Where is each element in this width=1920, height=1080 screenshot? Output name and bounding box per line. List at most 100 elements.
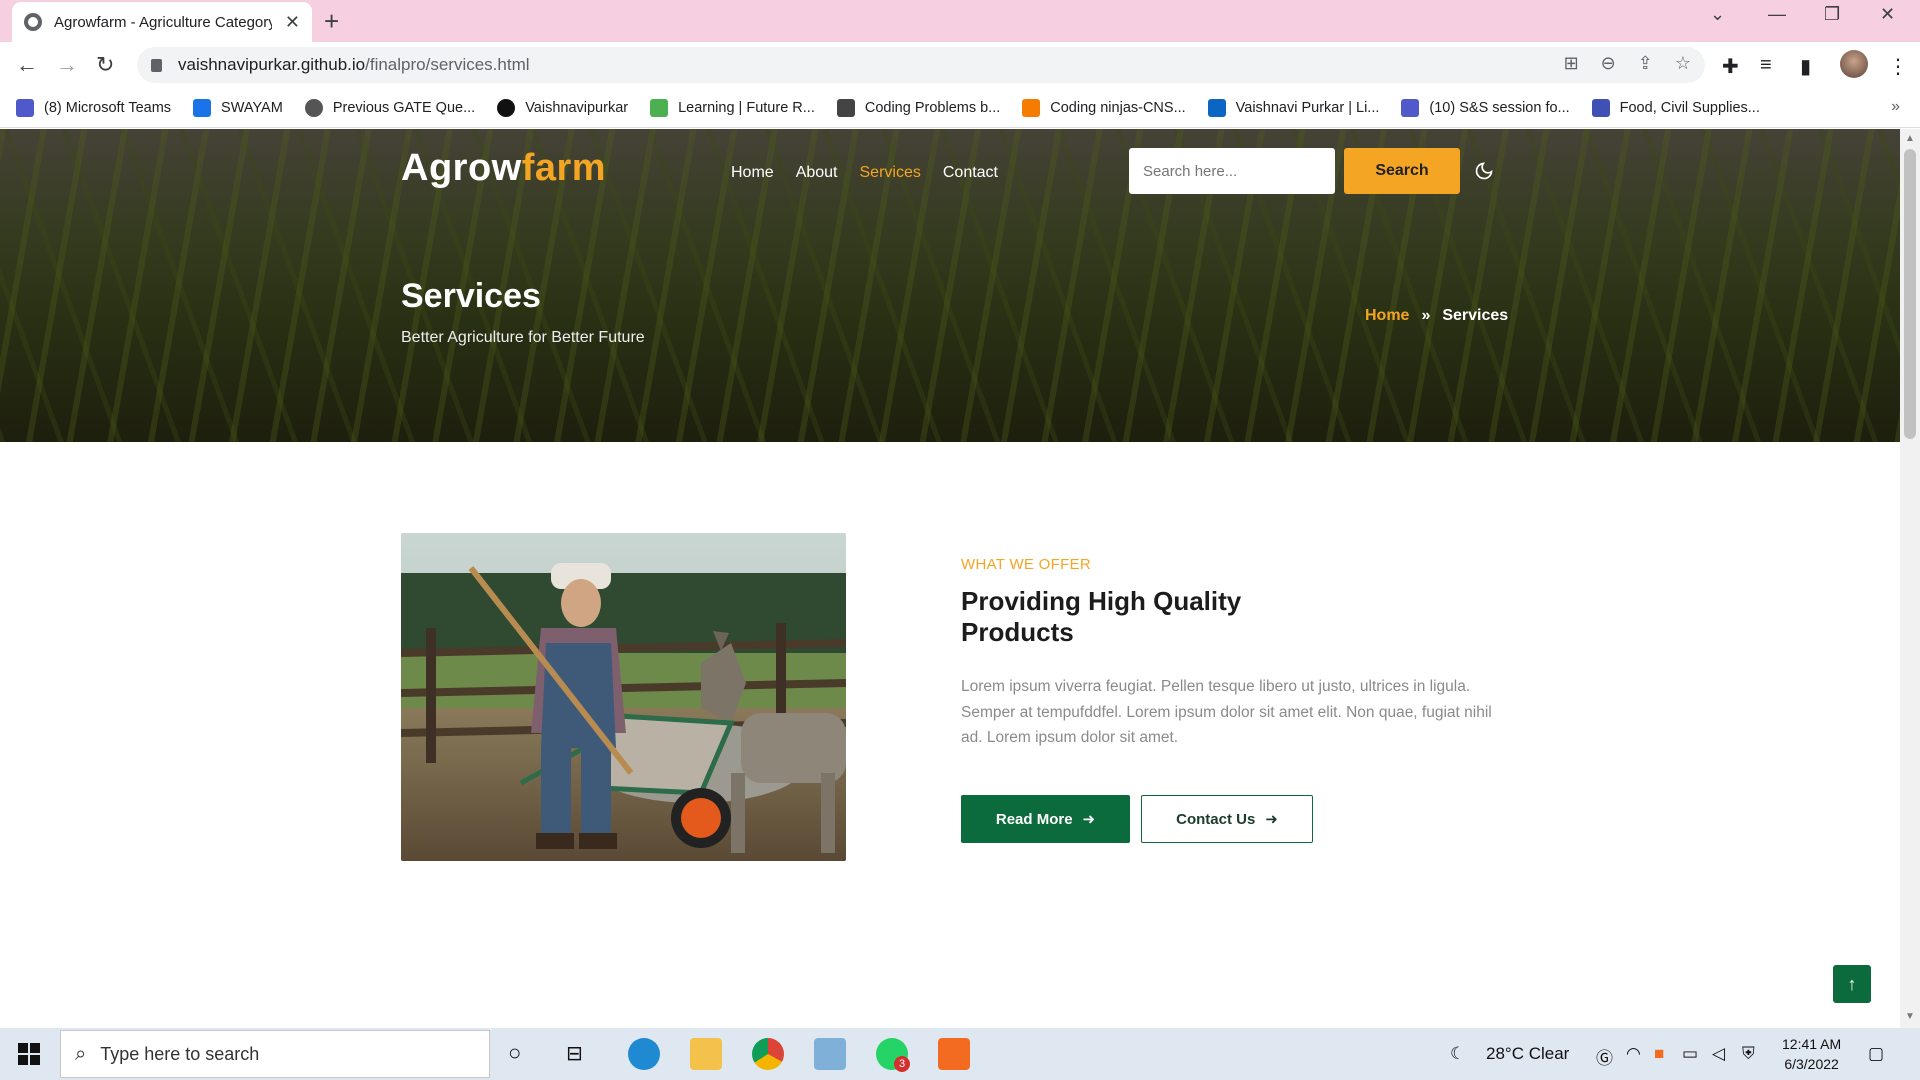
taskbar-search[interactable]: ⌕ Type here to search [60, 1030, 490, 1078]
share-icon[interactable]: ⇪ [1638, 53, 1653, 74]
bookmark-item[interactable]: Previous GATE Que... [304, 98, 475, 117]
back-to-top-button[interactable]: ↑ [1833, 965, 1871, 1003]
profile-avatar[interactable] [1840, 50, 1868, 78]
page-title: Services [401, 277, 541, 315]
contact-us-button[interactable]: Contact Us ➜ [1141, 795, 1313, 843]
bookmarks-bar: (8) Microsoft Teams SWAYAM Previous GATE… [0, 88, 1920, 128]
site-logo[interactable]: Agrowfarm [401, 147, 606, 190]
nav-about[interactable]: About [796, 164, 838, 182]
nav-home[interactable]: Home [731, 164, 774, 182]
clock-time: 12:41 AM [1782, 1036, 1842, 1052]
task-view-icon[interactable]: ⊟ [566, 1041, 583, 1066]
scroll-down-icon[interactable]: ▼ [1905, 1011, 1915, 1022]
bookmark-item[interactable]: Coding ninjas-CNS... [1022, 98, 1186, 117]
linkedin-icon [1207, 98, 1226, 117]
dark-mode-moon-icon[interactable] [1474, 161, 1494, 181]
reload-icon[interactable]: ↻ [96, 52, 114, 78]
nav-services[interactable]: Services [860, 164, 921, 182]
grammarly-icon[interactable]: Ⓖ [1596, 1044, 1613, 1069]
search-button[interactable]: Search [1344, 148, 1460, 194]
page-subtitle: Better Agriculture for Better Future [401, 329, 645, 346]
menu-icon[interactable]: ⋮ [1888, 54, 1908, 79]
github-icon [497, 98, 516, 117]
page-viewport: Agrowfarm Home About Services Contact Se… [0, 129, 1900, 1028]
app-icon[interactable] [814, 1038, 846, 1070]
bookmark-item[interactable]: Learning | Future R... [650, 98, 815, 117]
search-input[interactable] [1129, 148, 1335, 194]
restore-icon[interactable]: ❐ [1824, 4, 1840, 25]
clock-date: 6/3/2022 [1784, 1056, 1839, 1072]
battery-icon[interactable]: ▭ [1682, 1044, 1698, 1064]
minimize-icon[interactable]: — [1768, 4, 1786, 25]
browser-toolbar: ← → ↻ vaishnavipurkar.github.io/finalpro… [0, 42, 1920, 88]
translate-icon[interactable]: ⊞ [1564, 53, 1579, 74]
arrow-right-icon: ➜ [1265, 811, 1278, 828]
forward-icon[interactable]: → [56, 52, 78, 78]
address-bar[interactable]: vaishnavipurkar.github.io/finalpro/servi… [137, 47, 1705, 83]
volume-icon[interactable]: ◁ [1712, 1044, 1725, 1064]
teams-icon [16, 98, 34, 117]
page-scrollbar[interactable]: ▲ ▼ [1900, 129, 1920, 1028]
edge-icon[interactable] [628, 1038, 660, 1070]
more-bookmarks-icon[interactable]: » [1891, 98, 1900, 116]
url-text[interactable]: vaishnavipurkar.github.io/finalpro/servi… [178, 55, 530, 75]
swayam-icon [193, 98, 212, 117]
side-panel-icon[interactable]: ▮ [1800, 54, 1811, 79]
bookmark-item[interactable]: Coding Problems b... [836, 98, 1000, 117]
main-nav: Home About Services Contact [731, 164, 998, 182]
bookmark-item[interactable]: Vaishnavi Purkar | Li... [1207, 98, 1379, 117]
windows-start-icon[interactable] [18, 1043, 40, 1065]
gate-icon [304, 98, 323, 117]
zoom-icon[interactable]: ⊖ [1601, 53, 1616, 74]
globe-icon [24, 13, 42, 31]
section-heading: Providing High Quality Products [961, 586, 1242, 647]
extensions-icon[interactable]: ✚ [1722, 54, 1739, 79]
codingninjas-icon [1022, 98, 1041, 117]
file-explorer-icon[interactable] [690, 1038, 722, 1070]
nav-contact[interactable]: Contact [943, 164, 998, 182]
system-clock[interactable]: 12:41 AM 6/3/2022 [1782, 1034, 1841, 1074]
tab-search-icon[interactable]: ⌄ [1710, 4, 1725, 25]
arrow-up-icon: ↑ [1847, 973, 1857, 994]
breadcrumb-home[interactable]: Home [1365, 307, 1409, 325]
tab-title: Agrowfarm - Agriculture Category [54, 13, 272, 31]
security-icon[interactable]: ⛨ [1742, 1044, 1755, 1064]
close-tab-icon[interactable]: ✕ [285, 12, 300, 33]
scrollbar-thumb[interactable] [1904, 149, 1916, 439]
back-icon[interactable]: ← [16, 52, 38, 78]
bookmark-item[interactable]: (8) Microsoft Teams [16, 98, 171, 117]
bookmark-item[interactable]: SWAYAM [193, 98, 283, 117]
notifications-icon[interactable]: ▢ [1868, 1044, 1884, 1064]
nic-icon [1591, 98, 1610, 117]
wifi-icon[interactable]: ◠ [1626, 1044, 1641, 1064]
bookmark-item[interactable]: Vaishnavipurkar [497, 98, 628, 117]
arrow-right-icon: ➜ [1082, 811, 1096, 828]
quick-heal-tray-icon[interactable]: ■ [1654, 1044, 1664, 1064]
close-window-icon[interactable]: ✕ [1880, 4, 1895, 25]
hero-banner: Agrowfarm Home About Services Contact Se… [0, 129, 1900, 442]
lock-icon[interactable] [151, 58, 162, 72]
breadcrumb-current: Services [1442, 307, 1509, 324]
new-tab-icon[interactable]: + [324, 6, 339, 37]
chrome-icon[interactable] [752, 1038, 784, 1070]
breadcrumb: Home » Services [1365, 307, 1508, 325]
whatsapp-badge: 3 [894, 1056, 910, 1072]
browser-tab[interactable]: Agrowfarm - Agriculture Category ✕ [12, 2, 312, 42]
quick-heal-icon[interactable] [938, 1038, 970, 1070]
reading-list-icon[interactable]: ≡ [1760, 54, 1772, 77]
read-more-label: Read More [995, 810, 1073, 828]
windows-taskbar: ⌕ Type here to search ○ ⊟ 3 ☾ 28°C Clear… [0, 1028, 1920, 1080]
bookmark-item[interactable]: Food, Civil Supplies... [1591, 98, 1760, 117]
scroll-up-icon[interactable]: ▲ [1905, 133, 1915, 144]
farmer-donkey-image [401, 533, 846, 861]
moon-weather-icon: ☾ [1450, 1044, 1466, 1063]
weather-text[interactable]: 28°C Clear [1486, 1044, 1569, 1064]
codechef-icon [836, 98, 855, 117]
cortana-icon[interactable]: ○ [508, 1040, 521, 1066]
bookmark-item[interactable]: (10) S&S session fo... [1401, 98, 1570, 117]
bookmark-star-icon[interactable]: ☆ [1675, 53, 1691, 74]
read-more-button[interactable]: Read More ➜ [961, 795, 1130, 843]
tab-strip: Agrowfarm - Agriculture Category ✕ + ⌄ —… [0, 0, 1920, 42]
search-icon: ⌕ [75, 1042, 87, 1065]
contact-us-label: Contact Us [1176, 810, 1256, 828]
